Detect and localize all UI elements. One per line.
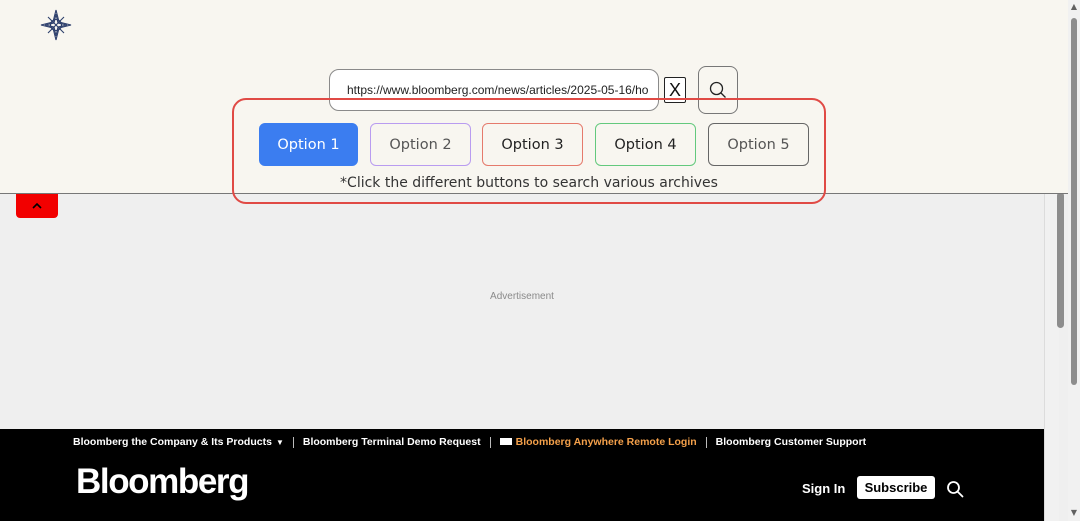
- footer-link-terminal-demo[interactable]: Bloomberg Terminal Demo Request: [303, 436, 481, 448]
- option-1-button[interactable]: Option 1: [259, 123, 358, 166]
- window-scrollbar-thumb[interactable]: [1071, 18, 1077, 385]
- archive-hint-text: *Click the different buttons to search v…: [340, 175, 718, 191]
- sign-in-link[interactable]: Sign In: [802, 481, 845, 496]
- footer-link-customer-support[interactable]: Bloomberg Customer Support: [716, 436, 867, 448]
- footer-link-company-label: Bloomberg the Company & Its Products: [73, 436, 272, 448]
- bloomberg-logo[interactable]: Bloomberg: [76, 462, 250, 502]
- site-footer: Bloomberg the Company & Its Products ▼ Bl…: [0, 429, 1044, 521]
- option-2-button[interactable]: Option 2: [370, 123, 471, 166]
- subscribe-button[interactable]: Subscribe: [857, 476, 935, 499]
- footer-link-company[interactable]: Bloomberg the Company & Its Products ▼: [73, 436, 284, 448]
- divider: [292, 436, 294, 448]
- footer-link-anywhere-login[interactable]: Bloomberg Anywhere Remote Login: [516, 436, 697, 448]
- scroll-down-arrow-icon[interactable]: ▼: [1069, 508, 1079, 518]
- compass-star-icon[interactable]: [40, 9, 72, 41]
- page-scrollbar-thumb[interactable]: [1057, 192, 1064, 328]
- footer-links-bar: Bloomberg the Company & Its Products ▼ Bl…: [73, 435, 866, 449]
- search-icon: [709, 81, 726, 98]
- option-5-button[interactable]: Option 5: [708, 123, 809, 166]
- archive-search-overlay: X Option 1 Option 2 Option 3 Option 4 Op…: [0, 0, 1068, 204]
- option-3-button[interactable]: Option 3: [482, 123, 583, 166]
- terminal-icon: [499, 437, 512, 445]
- divider: [489, 436, 491, 448]
- divider: [705, 436, 707, 448]
- advertisement-label: Advertisement: [490, 291, 554, 302]
- caret-down-icon: ▼: [275, 438, 284, 447]
- back-to-top-button[interactable]: [16, 193, 58, 218]
- option-4-button[interactable]: Option 4: [595, 123, 696, 166]
- chevron-up-icon: [32, 202, 42, 209]
- search-icon[interactable]: [946, 480, 964, 498]
- scroll-up-arrow-icon[interactable]: ▲: [1069, 2, 1079, 12]
